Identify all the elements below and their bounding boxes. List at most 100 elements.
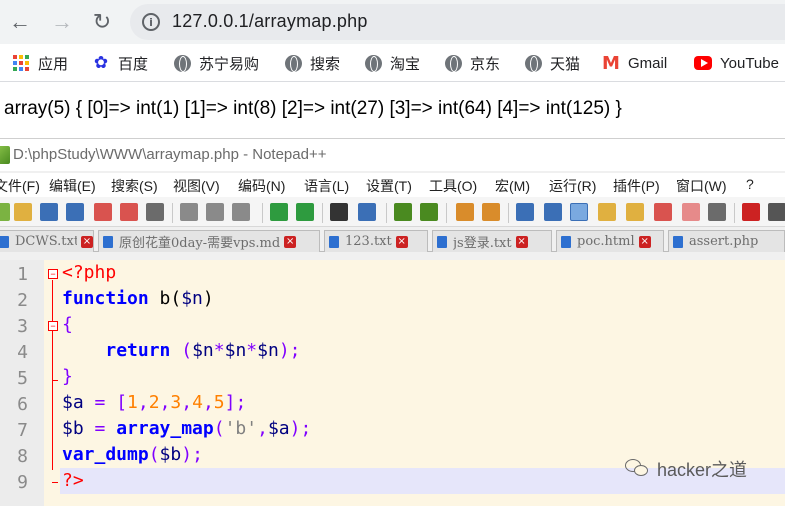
punctuation: ) xyxy=(202,288,214,309)
zoom-out-icon[interactable] xyxy=(420,203,438,221)
menu-view[interactable]: 视图(V) xyxy=(173,176,220,196)
tab-js-login[interactable]: js登录.txt × xyxy=(432,230,552,252)
menu-help[interactable]: ? xyxy=(746,176,754,192)
tab-close-icon[interactable]: × xyxy=(638,235,651,248)
address-bar[interactable]: i 127.0.0.1/arraymap.php xyxy=(130,4,785,40)
word-wrap-icon[interactable] xyxy=(516,203,534,221)
url-text[interactable]: 127.0.0.1/arraymap.php xyxy=(172,11,368,32)
variable: $b xyxy=(62,418,84,439)
back-arrow-icon[interactable]: ← xyxy=(6,8,34,36)
tab-close-icon[interactable]: × xyxy=(81,235,93,248)
bookmark-gmail[interactable]: M Gmail xyxy=(602,53,668,74)
save-all-icon[interactable] xyxy=(66,203,84,221)
notepad-title-bar: D:\phpStudy\WWW\arraymap.php - Notepad++ xyxy=(0,139,785,171)
file-icon xyxy=(437,235,447,248)
bookmarks-bar: 应用 ✿ 百度 苏宁易购 搜索 淘宝 京东 天猫 M Gmail YouTube xyxy=(0,44,785,82)
menu-window[interactable]: 窗口(W) xyxy=(676,176,727,196)
replace-icon[interactable] xyxy=(358,203,376,221)
file-icon xyxy=(103,235,113,248)
menu-language[interactable]: 语言(L) xyxy=(304,176,349,196)
baidu-icon: ✿ xyxy=(93,53,109,72)
punctuation: ); xyxy=(278,340,301,361)
punctuation: , xyxy=(181,392,193,413)
bookmark-label: 苏宁易购 xyxy=(199,55,260,73)
toolbar-separator xyxy=(508,203,509,223)
info-icon[interactable]: i xyxy=(142,13,160,31)
menu-settings[interactable]: 设置(T) xyxy=(366,176,412,196)
tab-close-icon[interactable]: × xyxy=(395,235,408,248)
reload-icon[interactable]: ↻ xyxy=(88,8,116,36)
variable: $a xyxy=(267,418,290,439)
menu-tools[interactable]: 工具(O) xyxy=(429,176,477,196)
indent-guide-icon[interactable] xyxy=(570,203,588,221)
tab-close-icon[interactable]: × xyxy=(515,235,528,248)
bookmark-taobao[interactable]: 淘宝 xyxy=(364,53,420,73)
forward-arrow-icon[interactable]: → xyxy=(48,8,76,36)
open-file-icon[interactable] xyxy=(14,203,32,221)
find-icon[interactable] xyxy=(330,203,348,221)
new-file-icon[interactable] xyxy=(0,203,10,221)
operator: = xyxy=(83,418,117,439)
sync-vertical-icon[interactable] xyxy=(456,203,474,221)
menu-edit[interactable]: 编辑(E) xyxy=(49,176,96,196)
bookmark-label: 应用 xyxy=(38,55,69,73)
number: 5 xyxy=(213,392,225,413)
save-icon[interactable] xyxy=(40,203,58,221)
undo-icon[interactable] xyxy=(270,203,288,221)
sync-horizontal-icon[interactable] xyxy=(482,203,500,221)
punctuation: ( xyxy=(170,340,193,361)
string: 'b' xyxy=(224,418,258,439)
file-icon xyxy=(0,235,9,248)
document-map-icon[interactable] xyxy=(598,203,616,221)
tab-close-icon[interactable]: × xyxy=(284,235,297,248)
zoom-in-icon[interactable] xyxy=(394,203,412,221)
toolbar-separator xyxy=(386,203,387,223)
redo-icon[interactable] xyxy=(296,203,314,221)
tab-poc-html[interactable]: poc.html × xyxy=(556,230,664,252)
tab-label: 123.txt xyxy=(345,234,392,249)
record-macro-icon[interactable] xyxy=(742,203,760,221)
punctuation: , xyxy=(257,418,268,439)
paste-icon[interactable] xyxy=(232,203,250,221)
close-all-icon[interactable] xyxy=(120,203,138,221)
toolbar xyxy=(0,197,785,227)
bookmark-baidu[interactable]: ✿ 百度 xyxy=(92,53,148,73)
show-all-chars-icon[interactable] xyxy=(544,203,562,221)
monitoring-icon[interactable] xyxy=(708,203,726,221)
bookmark-label: Gmail xyxy=(628,54,668,72)
open-folder-icon[interactable] xyxy=(682,203,700,221)
tab-0day-md[interactable]: 原创花童0day-需要vps.md × xyxy=(98,230,320,252)
variable: $n xyxy=(224,340,247,361)
bookmark-search[interactable]: 搜索 xyxy=(284,53,340,73)
menu-run[interactable]: 运行(R) xyxy=(549,176,596,196)
folder-workspace-icon[interactable] xyxy=(654,203,672,221)
menu-file[interactable]: 文件(F) xyxy=(0,176,40,196)
bookmark-tmall[interactable]: 天猫 xyxy=(524,53,580,73)
tab-123-txt[interactable]: 123.txt × xyxy=(324,230,428,252)
menu-encoding[interactable]: 编码(N) xyxy=(238,176,285,196)
tab-dcws[interactable]: DCWS.txt × xyxy=(0,230,94,252)
tab-assert-php[interactable]: assert.php xyxy=(668,230,785,252)
bookmark-jd[interactable]: 京东 xyxy=(444,53,500,73)
print-icon[interactable] xyxy=(146,203,164,221)
bookmark-suning[interactable]: 苏宁易购 xyxy=(173,53,259,73)
cut-icon[interactable] xyxy=(180,203,198,221)
function-list-icon[interactable] xyxy=(626,203,644,221)
menu-macro[interactable]: 宏(M) xyxy=(495,176,530,196)
keyword-return: return xyxy=(105,340,171,361)
punctuation: , xyxy=(202,392,214,413)
brace: } xyxy=(62,366,73,387)
code-line-7: $b = array_map('b',$a); xyxy=(62,416,311,442)
close-icon[interactable] xyxy=(94,203,112,221)
code-line-6: $a = [1,2,3,4,5]; xyxy=(62,390,246,416)
function-call: var_dump xyxy=(62,444,149,465)
stop-macro-icon[interactable] xyxy=(768,203,785,221)
bookmark-youtube[interactable]: YouTube xyxy=(694,53,779,73)
globe-icon xyxy=(284,54,302,72)
menu-plugins[interactable]: 插件(P) xyxy=(613,176,660,196)
menu-search[interactable]: 搜索(S) xyxy=(111,176,158,196)
copy-icon[interactable] xyxy=(206,203,224,221)
brace: { xyxy=(62,314,73,335)
apps-grid-icon xyxy=(12,54,30,72)
bookmark-apps[interactable]: 应用 xyxy=(12,53,68,73)
